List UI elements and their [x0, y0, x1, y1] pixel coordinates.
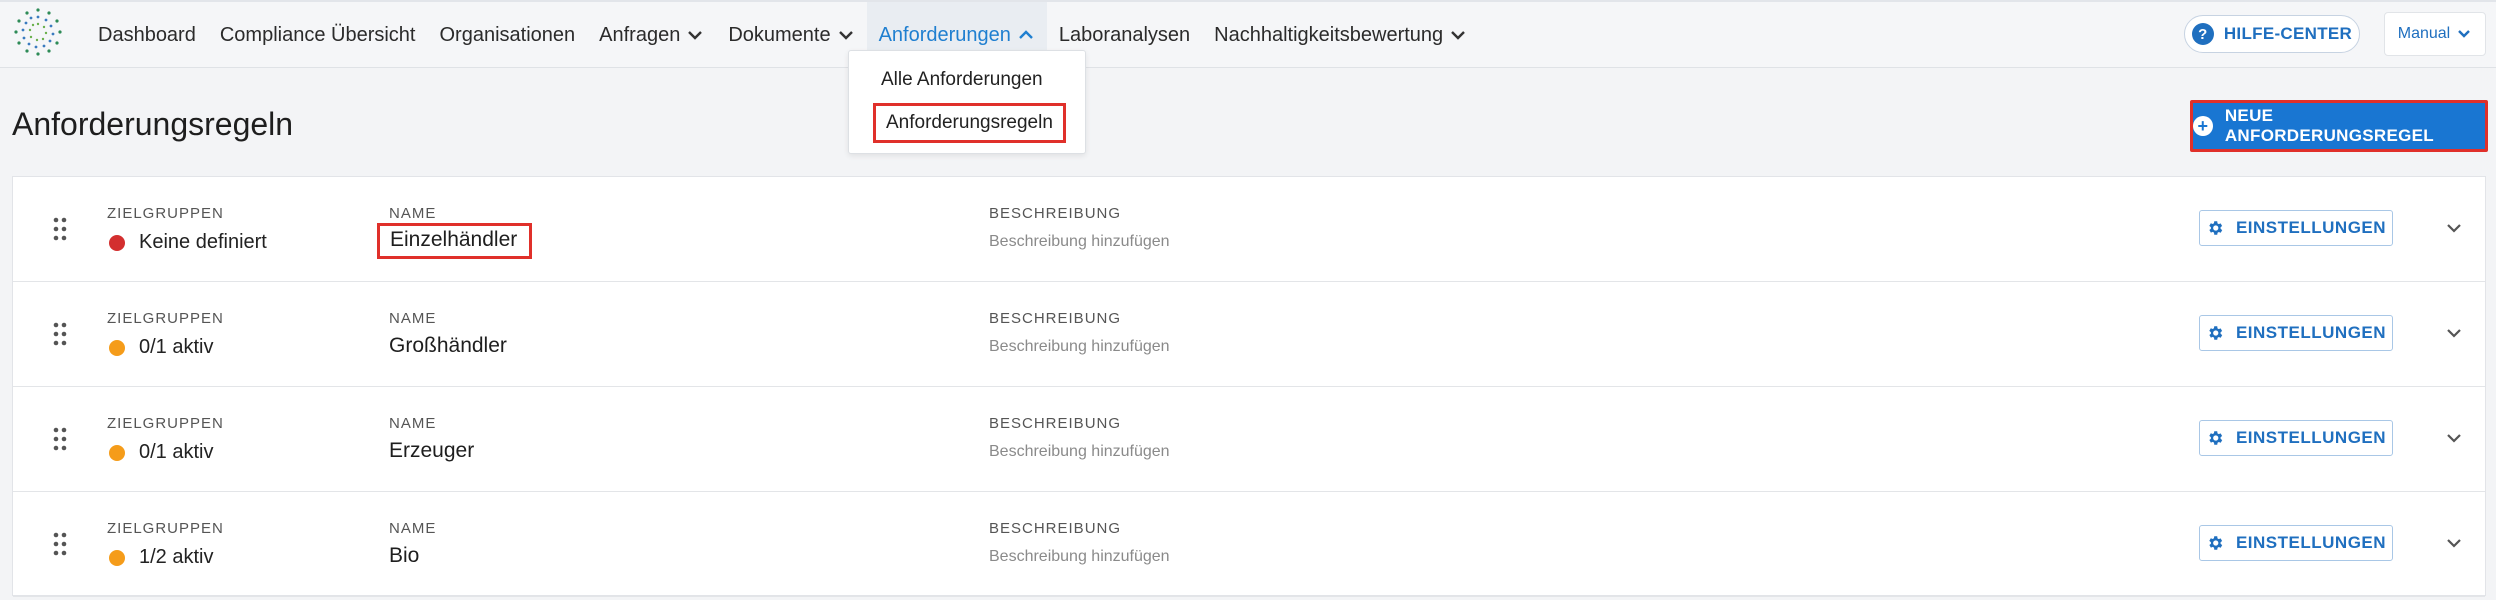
description-label: BESCHREIBUNG	[989, 520, 1122, 537]
chevron-down-icon	[838, 31, 853, 40]
nav-label: Laboranalysen	[1058, 23, 1191, 46]
status-dot-icon	[109, 444, 125, 461]
settings-label: EINSTELLUNGEN	[2235, 218, 2387, 237]
list-item: ZIELGRUPPEN 1/2 aktiv NAME Bio BESCHREIB…	[13, 492, 2485, 597]
menu-item-alle-anforderungen[interactable]: Alle Anforderungen	[881, 69, 1043, 91]
target-status: Keine definiert	[109, 231, 267, 254]
name-label: NAME	[389, 310, 437, 327]
target-groups-label: ZIELGRUPPEN	[107, 520, 224, 537]
list-item: ZIELGRUPPEN Keine definiert NAME Einzelh…	[13, 177, 2485, 282]
nav-label: Anfragen	[599, 23, 681, 46]
menu-item-anforderungsregeln[interactable]: Anforderungsregeln	[873, 103, 1066, 143]
help-center-button[interactable]: ? HILFE-CENTER	[2184, 15, 2360, 53]
settings-button[interactable]: EINSTELLUNGEN	[2199, 315, 2393, 351]
nav-item-nachhaltigkeitsbewertung[interactable]: Nachhaltigkeitsbewertung	[1202, 2, 1479, 68]
manual-label: Manual	[2397, 25, 2451, 42]
chevron-down-icon	[1451, 31, 1466, 40]
new-rule-button[interactable]: + NEUE ANFORDERUNGSREGEL	[2190, 100, 2488, 152]
description-placeholder[interactable]: Beschreibung hinzufügen	[989, 338, 1170, 356]
chevron-up-icon	[1019, 30, 1033, 39]
description-placeholder[interactable]: Beschreibung hinzufügen	[989, 233, 1170, 251]
plus-circle-icon: +	[2193, 116, 2213, 136]
drag-handle-icon[interactable]	[53, 217, 67, 241]
target-status: 0/1 aktiv	[109, 441, 213, 464]
nav-label: Compliance Übersicht	[219, 23, 416, 46]
settings-label: EINSTELLUNGEN	[2235, 533, 2387, 552]
target-groups-label: ZIELGRUPPEN	[107, 310, 224, 327]
rule-name[interactable]: Einzelhändler	[377, 223, 533, 259]
chevron-down-icon[interactable]	[2443, 322, 2465, 344]
description-label: BESCHREIBUNG	[989, 310, 1122, 327]
nav-label: Nachhaltigkeitsbewertung	[1214, 23, 1444, 46]
status-text: Keine definiert	[139, 231, 267, 253]
description-placeholder[interactable]: Beschreibung hinzufügen	[989, 548, 1170, 566]
gear-icon	[2209, 536, 2223, 550]
nav-item-organisationen[interactable]: Organisationen	[427, 2, 587, 68]
main-nav: Dashboard Compliance Übersicht Organisat…	[86, 2, 1479, 68]
chevron-down-icon	[2458, 30, 2471, 38]
settings-label: EINSTELLUNGEN	[2235, 323, 2387, 342]
nav-item-dokumente[interactable]: Dokumente	[716, 2, 866, 68]
chevron-down-icon[interactable]	[2443, 532, 2465, 554]
status-dot-icon	[109, 549, 125, 566]
nav-item-dashboard[interactable]: Dashboard	[86, 2, 208, 68]
status-text: 0/1 aktiv	[139, 336, 214, 358]
settings-label: EINSTELLUNGEN	[2235, 428, 2387, 447]
status-text: 1/2 aktiv	[139, 546, 214, 568]
settings-button[interactable]: EINSTELLUNGEN	[2199, 525, 2393, 561]
gear-icon	[2209, 431, 2223, 445]
anforderungen-dropdown-menu: Alle Anforderungen Anforderungsregeln	[848, 50, 1086, 154]
page-title: Anforderungsregeln	[12, 106, 294, 142]
new-rule-label: NEUE ANFORDERUNGSREGEL	[2224, 106, 2434, 145]
status-dot-icon	[109, 339, 125, 356]
drag-handle-icon[interactable]	[53, 322, 67, 346]
status-dot-icon	[109, 234, 125, 251]
target-status: 0/1 aktiv	[109, 336, 213, 359]
chevron-down-icon	[688, 31, 703, 40]
name-label: NAME	[389, 415, 437, 432]
name-label: NAME	[389, 205, 437, 222]
nav-label: Dashboard	[98, 23, 196, 46]
description-placeholder[interactable]: Beschreibung hinzufügen	[989, 443, 1170, 461]
status-text: 0/1 aktiv	[139, 441, 214, 463]
nav-item-compliance[interactable]: Compliance Übersicht	[208, 2, 428, 68]
manual-dropdown[interactable]: Manual	[2384, 12, 2486, 56]
drag-handle-icon[interactable]	[53, 427, 67, 451]
description-label: BESCHREIBUNG	[989, 415, 1122, 432]
settings-button[interactable]: EINSTELLUNGEN	[2199, 420, 2393, 456]
name-label: NAME	[389, 520, 437, 537]
target-groups-label: ZIELGRUPPEN	[107, 205, 224, 222]
top-navigation-bar: Dashboard Compliance Übersicht Organisat…	[0, 0, 2496, 68]
list-item: ZIELGRUPPEN 0/1 aktiv NAME Erzeuger BESC…	[13, 387, 2485, 492]
rule-name[interactable]: Bio	[389, 544, 419, 568]
chevron-down-icon[interactable]	[2443, 427, 2465, 449]
description-label: BESCHREIBUNG	[989, 205, 1122, 222]
help-icon: ?	[2191, 23, 2214, 45]
nav-item-anfragen[interactable]: Anfragen	[587, 2, 716, 68]
help-center-label: HILFE-CENTER	[2223, 24, 2353, 43]
target-status: 1/2 aktiv	[109, 546, 213, 569]
drag-handle-icon[interactable]	[53, 532, 67, 556]
settings-button[interactable]: EINSTELLUNGEN	[2199, 210, 2393, 246]
rule-name[interactable]: Großhändler	[389, 334, 507, 358]
rules-list: ZIELGRUPPEN Keine definiert NAME Einzelh…	[12, 176, 2486, 597]
gear-icon	[2209, 326, 2223, 340]
company-logo-icon[interactable]	[12, 6, 64, 58]
rule-name[interactable]: Erzeuger	[389, 439, 474, 463]
nav-label: Anforderungen	[878, 23, 1011, 46]
nav-label: Organisationen	[439, 23, 576, 46]
list-item: ZIELGRUPPEN 0/1 aktiv NAME Großhändler B…	[13, 282, 2485, 387]
nav-label: Dokumente	[728, 23, 831, 46]
chevron-down-icon[interactable]	[2443, 217, 2465, 239]
target-groups-label: ZIELGRUPPEN	[107, 415, 224, 432]
gear-icon	[2209, 221, 2223, 235]
